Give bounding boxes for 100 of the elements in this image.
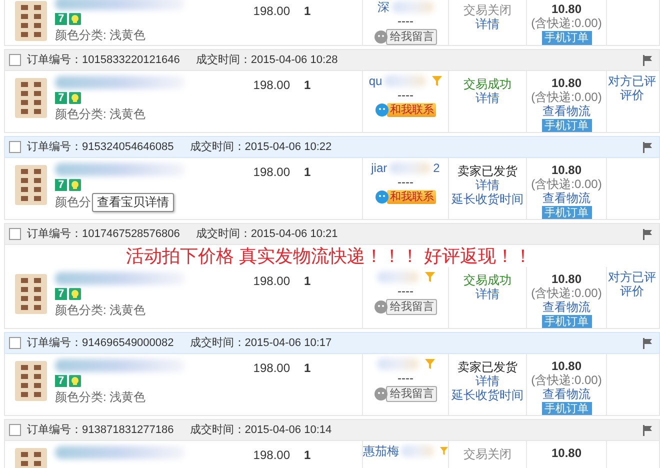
- flag-icon[interactable]: [643, 424, 653, 436]
- checkbox[interactable]: [9, 228, 21, 240]
- service-badge: 7: [55, 375, 67, 387]
- order-number: 订单编号：914696549000082: [27, 336, 174, 350]
- checkbox[interactable]: [9, 54, 21, 66]
- chat-icon: [374, 387, 388, 401]
- buyer-link[interactable]: 深: [378, 0, 390, 16]
- shipping-note: (含快递:0.00): [530, 177, 603, 191]
- blur-patch: [392, 1, 434, 13]
- promo-text: 活动拍下价格 真实发物流快递！！！ 好评返现！！: [125, 245, 532, 267]
- flag-icon[interactable]: [643, 228, 653, 240]
- chat-icon: [375, 190, 389, 204]
- service-badge: 7: [55, 288, 67, 300]
- order-status: 交易成功: [462, 273, 512, 287]
- review-link[interactable]: 评价: [607, 88, 657, 102]
- dash-text: ----: [396, 372, 414, 384]
- checkbox[interactable]: [9, 141, 21, 153]
- status-link[interactable]: 详情: [449, 287, 526, 301]
- service-badge: 7: [55, 13, 67, 25]
- status-link[interactable]: 详情: [449, 17, 526, 31]
- color-label: 颜色分类: 浅黄色: [55, 106, 146, 123]
- total-amount: 10.80: [550, 2, 583, 16]
- color-label: 颜色分类: 浅黄色: [55, 27, 146, 44]
- quantity: 1: [303, 360, 312, 377]
- total-amount: 10.80: [550, 76, 583, 90]
- status-link[interactable]: 详情: [449, 91, 526, 105]
- quantity: 1: [303, 273, 312, 290]
- status-link[interactable]: 延长收货时间: [449, 192, 526, 206]
- buyer-link[interactable]: qu: [368, 74, 382, 88]
- order-status: 交易关闭: [462, 3, 512, 17]
- review-link[interactable]: 对方已评: [607, 74, 657, 88]
- mobile-order-tag: 手机订单: [542, 206, 592, 219]
- order-number: 订单编号：913871831277186: [27, 422, 174, 438]
- unit-price: 198.00: [252, 447, 291, 464]
- mobile-order-tag: 手机订单: [542, 315, 592, 328]
- bulb-icon: [69, 179, 81, 191]
- flag-icon[interactable]: [643, 54, 653, 66]
- total-amount: 10.80: [550, 272, 583, 286]
- order-number: 订单编号：1015833220121646: [27, 52, 180, 68]
- dash-text: ----: [396, 285, 414, 297]
- service-badge: 7: [55, 179, 67, 191]
- mobile-order-tag: 手机订单: [542, 402, 592, 415]
- flag-icon[interactable]: [643, 142, 653, 152]
- order-time: 成交时间：2015-04-06 10:21: [196, 226, 338, 242]
- status-link[interactable]: 详情: [449, 178, 526, 192]
- order-status: 卖家已发货: [456, 164, 518, 178]
- blur-patch: [389, 162, 432, 174]
- dash-text: ----: [396, 15, 414, 27]
- order-time: 成交时间：2015-04-06 10:14: [190, 422, 332, 438]
- buyer-link[interactable]: 惠茄梅: [363, 442, 399, 460]
- order-time: 成交时间：2015-04-06 10:17: [190, 336, 332, 350]
- shipping-note: (含快递:0.00): [530, 90, 603, 104]
- unit-price: 198.00: [252, 273, 291, 290]
- status-link[interactable]: 延长收货时间: [449, 388, 526, 402]
- status-link[interactable]: 详情: [449, 374, 526, 388]
- bulb-icon: [69, 13, 81, 25]
- total-amount: 10.80: [550, 359, 583, 373]
- chat-icon: [374, 300, 388, 314]
- bulb-icon: [69, 92, 81, 104]
- shipping-note: (含快递:0.00): [530, 16, 603, 30]
- buyer-link[interactable]: 2: [433, 161, 440, 175]
- order-time: 成交时间：2015-04-06 10:28: [196, 52, 338, 68]
- checkbox[interactable]: [9, 424, 21, 436]
- review-link[interactable]: 对方已评: [607, 270, 657, 284]
- tooltip: 查看宝贝详情: [92, 193, 174, 212]
- order-number: 订单编号：915324054646085: [27, 140, 174, 154]
- shipping-note: (含快递:0.00): [530, 373, 603, 387]
- unit-price: 198.00: [252, 164, 291, 181]
- quantity: 1: [303, 447, 312, 464]
- unit-price: 198.00: [252, 77, 291, 94]
- logistics-link[interactable]: 查看物流: [527, 104, 606, 118]
- review-link[interactable]: 评价: [607, 284, 657, 298]
- quantity: 1: [303, 3, 312, 20]
- dash-text: ----: [396, 176, 414, 188]
- order-status: 交易关闭: [462, 447, 512, 461]
- checkbox[interactable]: [9, 337, 21, 349]
- quantity: 1: [303, 77, 312, 94]
- bulb-icon: [69, 375, 81, 387]
- bulb-icon: [69, 288, 81, 300]
- buyer-link[interactable]: jiar: [371, 161, 388, 175]
- order-status: 卖家已发货: [456, 360, 518, 374]
- logistics-link[interactable]: 查看物流: [527, 191, 606, 205]
- blur-patch: [376, 358, 418, 370]
- blur-patch: [401, 445, 434, 457]
- mobile-order-tag: 手机订单: [542, 31, 592, 45]
- total-amount: 10.80: [550, 446, 583, 460]
- color-label: 颜色分: [55, 194, 91, 211]
- color-label: 颜色分类: 浅黄色: [55, 302, 146, 319]
- flag-icon[interactable]: [643, 338, 653, 348]
- unit-price: 198.00: [252, 360, 291, 377]
- quantity: 1: [303, 164, 312, 181]
- logistics-link[interactable]: 查看物流: [527, 300, 606, 314]
- total-amount: 10.80: [550, 163, 583, 177]
- dash-text: ----: [396, 89, 414, 101]
- blur-patch: [376, 271, 418, 283]
- logistics-link[interactable]: 查看物流: [527, 387, 606, 401]
- order-number: 订单编号：1017467528576806: [27, 226, 180, 242]
- service-badge: 7: [55, 92, 67, 104]
- shipping-note: (含快递:0.00): [530, 286, 603, 300]
- order-time: 成交时间：2015-04-06 10:22: [190, 140, 332, 154]
